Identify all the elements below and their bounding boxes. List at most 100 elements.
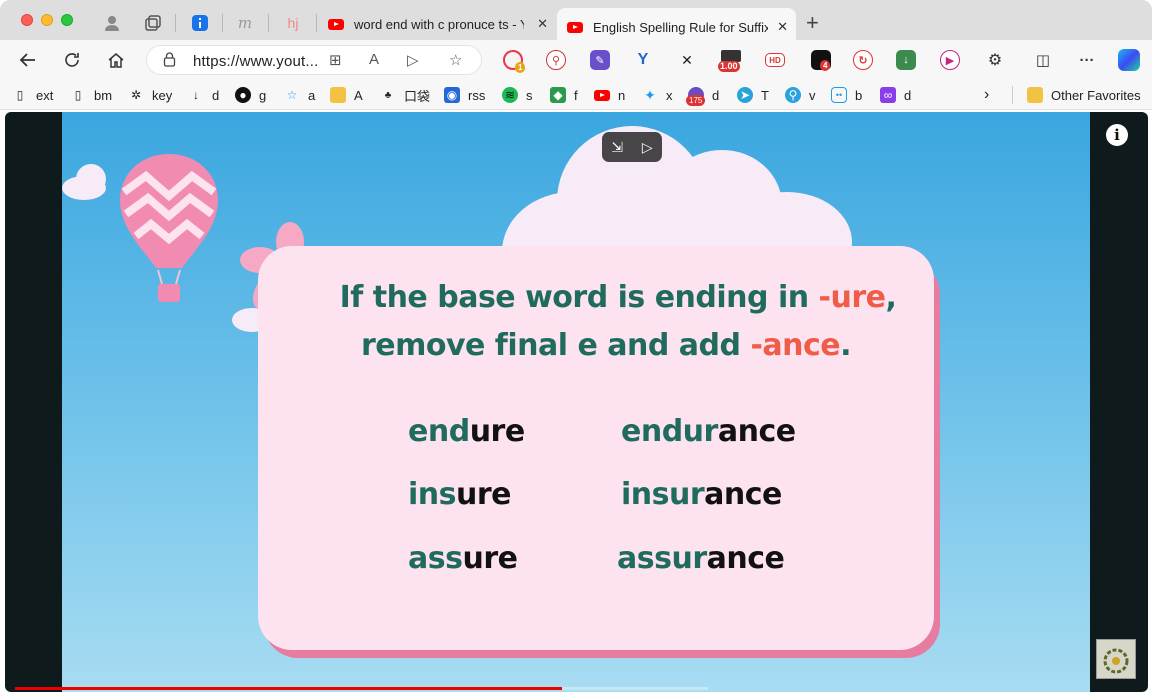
bookmark-bm[interactable]: ▯ bm	[70, 86, 112, 104]
bookmark-A[interactable]: A	[330, 86, 363, 104]
word-stem: endur	[621, 414, 718, 449]
bookmark-label: 口袋	[404, 88, 431, 104]
folder-icon	[330, 87, 346, 103]
video-enhance-icon[interactable]: ▷	[642, 139, 653, 156]
extension-dark-icon[interactable]: 4	[811, 50, 831, 71]
minimize-window-button[interactable]	[41, 14, 53, 26]
close-tab-icon[interactable]: ✕	[537, 16, 548, 32]
extension-download-icon[interactable]: ↓	[896, 50, 916, 70]
video-player[interactable]: If the base word is ending in -ure, remo…	[5, 112, 1148, 692]
extension-tools-icon[interactable]: ✕	[677, 50, 697, 70]
extensions-puzzle-icon[interactable]: ⚙	[985, 50, 1005, 70]
bookmark-label: a	[308, 87, 316, 103]
bookmark-label: g	[259, 87, 267, 103]
extension-badge: 1	[515, 62, 526, 73]
tab-video-1[interactable]: word end with c pronuce ts - Y ✕	[320, 8, 556, 40]
other-favorites[interactable]: Other Favorites	[1012, 86, 1141, 104]
lesson-card: If the base word is ending in -ure, remo…	[258, 246, 934, 650]
pinned-tab-hj-icon[interactable]: hj	[282, 12, 304, 34]
lock-icon[interactable]	[163, 52, 176, 70]
extension-pen-icon[interactable]: ✎	[590, 50, 610, 70]
bookmark-d[interactable]: ↓ d	[188, 86, 219, 104]
word-suffix: ance	[706, 541, 785, 576]
video-progress-bar[interactable]	[15, 687, 708, 690]
profile-icon[interactable]	[101, 12, 123, 34]
video-enhance-icon[interactable]: ▷	[407, 51, 419, 69]
channel-watermark-thumbnail[interactable]	[1096, 639, 1136, 679]
page-icon: ▯	[74, 88, 82, 102]
home-icon[interactable]	[102, 46, 130, 74]
bookmark-b[interactable]: •• b	[831, 86, 862, 104]
url-text[interactable]: https://www.yout...	[193, 53, 319, 70]
search-icon: ⚲	[785, 87, 801, 103]
other-favorites-label: Other Favorites	[1051, 87, 1141, 103]
maximize-window-button[interactable]	[61, 14, 73, 26]
extension-speed-icon[interactable]: 1.00	[718, 50, 741, 72]
bookmark-rss[interactable]: ◉ rss	[444, 86, 485, 104]
bookmark-T[interactable]: ➤ T	[737, 86, 769, 104]
new-tab-icon[interactable]: +	[806, 10, 819, 36]
info-icon[interactable]: i	[1106, 124, 1128, 146]
bookmark-label: A	[354, 87, 363, 103]
youtube-icon	[594, 89, 610, 101]
extension-play-icon[interactable]: ▶	[940, 50, 960, 70]
browser-window: m hj word end with c pronuce ts - Y ✕ En…	[0, 0, 1152, 695]
back-arrow-icon[interactable]	[14, 46, 42, 74]
workspaces-icon[interactable]	[142, 12, 164, 34]
puzzle-icon: ✲	[130, 88, 142, 102]
more-menu-icon[interactable]: ···	[1077, 50, 1097, 70]
bookmark-s[interactable]: ≋ s	[502, 86, 533, 104]
bookmark-a[interactable]: ☆ a	[284, 86, 316, 104]
tab-separator	[222, 14, 223, 32]
bookmark-label: key	[152, 87, 173, 103]
bookmark-ext[interactable]: ▯ ext	[12, 86, 54, 104]
read-aloud-icon[interactable]: A	[369, 51, 379, 68]
tab-separator	[316, 14, 317, 32]
progress-fill	[15, 687, 563, 690]
address-bar[interactable]: https://www.yout... ⊞ A ▷ ☆	[146, 45, 482, 75]
word-stem: insur	[621, 477, 705, 512]
split-screen-icon[interactable]: ◫	[1033, 50, 1053, 70]
extension-badge: 4	[820, 60, 831, 71]
derived-word: insurance	[621, 477, 782, 512]
extension-hd-icon[interactable]: HD	[765, 53, 785, 67]
reload-icon[interactable]	[58, 46, 86, 74]
bookmark-g[interactable]: ● g	[235, 86, 266, 104]
copilot-icon[interactable]	[1118, 49, 1140, 71]
bookmark-key[interactable]: ✲ key	[128, 86, 172, 104]
hot-air-balloon-icon	[120, 154, 218, 302]
picture-in-picture-icon[interactable]: ⇲	[611, 139, 623, 156]
app-available-icon[interactable]: ⊞	[329, 51, 342, 69]
bookmark-label: bm	[94, 87, 113, 103]
tab-title: English Spelling Rule for Suffix	[593, 19, 768, 35]
pinned-tab-m-icon[interactable]: m	[234, 12, 256, 34]
bookmark-n[interactable]: n	[594, 86, 625, 104]
bookmark-pocket[interactable]: ♣ 口袋	[380, 86, 430, 104]
heading-text: If the base word is ending in	[339, 280, 819, 315]
bookmark-label: b	[855, 87, 863, 103]
bookmark-v[interactable]: ⚲ v	[785, 86, 816, 104]
heading-punct: .	[840, 328, 852, 363]
bookmark-f[interactable]: ◆ f	[550, 86, 578, 104]
bookmark-d3[interactable]: ∞ d	[880, 86, 911, 104]
video-frame[interactable]: If the base word is ending in -ure, remo…	[62, 112, 1090, 692]
pinned-tab-info-icon[interactable]	[189, 12, 211, 34]
extension-record-icon[interactable]: 1	[503, 50, 526, 73]
extension-v-icon[interactable]: Y	[633, 50, 653, 70]
bookmark-label: v	[809, 87, 816, 103]
bookmark-d2[interactable]: 175 d	[686, 86, 719, 106]
bookmarks-overflow-chevron-icon[interactable]: ›	[984, 86, 989, 104]
cloud-shape	[76, 164, 106, 194]
close-window-button[interactable]	[21, 14, 33, 26]
extension-loop-icon[interactable]: ↻	[853, 50, 873, 70]
word-stem: ins	[408, 477, 457, 512]
star-icon: ☆	[286, 88, 298, 102]
close-tab-icon[interactable]: ✕	[777, 19, 788, 35]
word-suffix: ance	[704, 477, 782, 512]
favorite-star-icon[interactable]: ☆	[449, 51, 462, 69]
pocket-icon: ♣	[384, 89, 392, 101]
bookmark-label: d	[904, 87, 912, 103]
bookmark-x[interactable]: ✦ x	[642, 86, 672, 104]
extension-search-icon[interactable]: ⚲	[546, 50, 566, 70]
bookmark-label: rss	[468, 87, 486, 103]
